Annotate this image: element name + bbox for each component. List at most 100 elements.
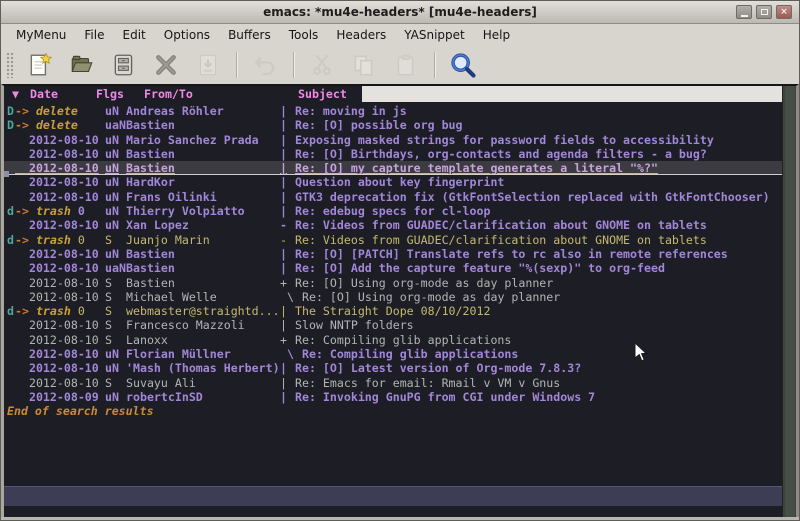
subject-cell: Question about key fingerprint [295,175,782,189]
date-text: 2012-08-10 [15,333,99,347]
sort-descending-icon[interactable]: ▼ [12,86,19,102]
message-row[interactable]: 2012-08-10 S Bastien + Re: [O] Using org… [4,276,782,290]
thread-separator: + [280,333,295,347]
subject-cell: Re: [O] [PATCH] Translate refs to rc als… [295,247,782,261]
from-cell: Bastien [126,261,280,275]
message-row[interactable]: 2012-08-10 uN Bastien | Re: [O] Birthday… [4,147,782,161]
subject-cell: Re: Compiling glib applications [302,347,782,361]
message-row[interactable]: 2012-08-10 uN Bastien | Re: [O] my captu… [4,161,782,175]
flags-cell: S [105,233,126,247]
scrollbar-thumb[interactable] [785,86,795,517]
subject-cell: Re: [O] my capture template generates a … [295,161,782,174]
menu-item[interactable]: MyMenu [7,25,75,45]
menu-item[interactable]: Headers [327,25,395,45]
subject-cell: Slow NNTP folders [295,318,782,332]
open-folder-icon[interactable] [64,49,100,81]
menu-item[interactable]: Buffers [219,25,280,45]
date-cell: -> delete [15,104,105,118]
emacs-frame-content: ▼ Date Flgs From/To Subject D -> delete … [1,84,799,517]
column-header-flags[interactable]: Flgs [96,86,124,102]
thread-separator: | [280,147,295,161]
mark-margin-char [7,390,15,404]
message-row[interactable]: 2012-08-10 uN Florian Müllner \ Re: Comp… [4,347,782,361]
mode-line[interactable]: *mu4e-headers* ( 5, 0) [All/2.0k] [mu4e-… [4,486,782,506]
message-row[interactable]: 2012-08-10 S Francesco Mazzoli | Slow NN… [4,318,782,332]
message-row[interactable]: d -> trash 0 S webmaster@straightd... | … [4,304,782,318]
menu-item[interactable]: Help [474,25,519,45]
mark-margin-char [7,175,15,189]
mark-margin-char [7,333,15,347]
subject-cell: Re: [O] Add the capture feature "%(sexp)… [295,261,782,275]
toolbar-grip-handle[interactable] [6,52,15,78]
thread-separator: | [280,318,295,332]
from-cell: Bastien [126,161,280,174]
column-header-subject[interactable]: Subject [298,86,347,102]
message-row[interactable]: 2012-08-09 uN robertcInSD | Re: Invoking… [4,390,782,404]
column-header-date[interactable]: Date [30,86,58,102]
date-cell: -> trash 0 [15,304,105,318]
subject-cell: Re: Invoking GnuPG from CGI under Window… [295,390,782,404]
from-cell: Suvayu Ali [126,376,280,390]
toolbar-separator [434,52,436,78]
mark-arrow-icon: -> [15,118,36,132]
flags-cell: uN [105,247,126,261]
mark-action-label: trash [36,204,71,218]
close-button[interactable]: × [776,5,792,19]
message-row[interactable]: 2012-08-10 uN Mario Sanchez Prada | Expo… [4,133,782,147]
date-cell: -> trash 0 [15,233,105,247]
menu-item[interactable]: File [75,25,113,45]
thread-separator: | [280,376,295,390]
menu-item[interactable]: YASnippet [395,25,474,45]
date-text: 2012-08-10 [15,376,99,390]
from-cell: Xan Lopez [126,218,280,232]
subject-cell: Re: Emacs for email: Rmail v VM v Gnus [295,376,782,390]
message-row[interactable]: 2012-08-10 uN Frans Oilinki | GTK3 depre… [4,190,782,204]
thread-separator: | [280,104,295,118]
from-cell: Francesco Mazzoli [126,318,280,332]
flags-cell: uN [105,147,126,161]
from-cell: Thierry Volpiatto [126,204,280,218]
message-row[interactable]: 2012-08-10 uN HardKor | Question about k… [4,175,782,189]
message-row[interactable]: 2012-08-10 S Suvayu Ali | Re: Emacs for … [4,376,782,390]
message-row[interactable]: D -> delete uN Andreas Röhler | Re: movi… [4,104,782,118]
title-bar[interactable]: emacs: *mu4e-headers* [mu4e-headers] × [1,1,799,24]
menu-item[interactable]: Edit [114,25,155,45]
mark-margin-char [7,347,15,361]
column-header-from-to[interactable]: From/To [144,86,193,102]
echo-area[interactable] [4,506,782,517]
message-row[interactable]: d -> trash 0 S Juanjo Marin - Re: Videos… [4,233,782,247]
minimize-button[interactable] [736,5,752,19]
subject-cell: Exposing masked strings for password fie… [295,133,782,147]
mark-action-label: delete [36,104,78,118]
from-cell: Bastien [126,147,280,161]
vertical-scrollbar[interactable] [782,86,796,517]
window-controls: × [736,5,792,19]
mark-margin-char: d [7,204,15,218]
date-cell: 2012-08-10 [15,276,105,290]
menu-item[interactable]: Options [155,25,219,45]
close-icon: × [780,8,788,17]
thread-separator: | [280,204,295,218]
message-row[interactable]: 2012-08-10 uaN Bastien | Re: [O] Add the… [4,261,782,275]
maximize-button[interactable] [756,5,772,19]
message-row[interactable]: d -> trash 0 uN Thierry Volpiatto | Re: … [4,204,782,218]
thread-separator: \ [287,347,302,361]
search-icon[interactable] [445,49,481,81]
date-text: 2012-08-10 [15,318,99,332]
mark-margin-char: d [7,304,15,318]
menu-item[interactable]: Tools [280,25,328,45]
close-buffer-icon[interactable] [148,49,184,81]
thread-separator: - [280,218,295,232]
date-text: 2012-08-10 [15,290,99,304]
save-archive-icon[interactable] [106,49,142,81]
date-text: 2012-08-10 [15,276,99,290]
message-row[interactable]: 2012-08-10 uN 'Mash (Thomas Herbert) | R… [4,361,782,375]
message-row[interactable]: 2012-08-10 S Lanoxx + Re: Compiling glib… [4,333,782,347]
message-row[interactable]: D -> delete uaN Bastien | Re: [O] possib… [4,118,782,132]
message-row[interactable]: 2012-08-10 uN Xan Lopez - Re: Videos fro… [4,218,782,232]
date-cell: 2012-08-10 [15,290,105,304]
flags-cell: uN [105,104,126,118]
new-file-icon[interactable] [22,49,58,81]
message-row[interactable]: 2012-08-10 S Michael Welle \ Re: [O] Usi… [4,290,782,304]
message-row[interactable]: 2012-08-10 uN Bastien | Re: [O] [PATCH] … [4,247,782,261]
